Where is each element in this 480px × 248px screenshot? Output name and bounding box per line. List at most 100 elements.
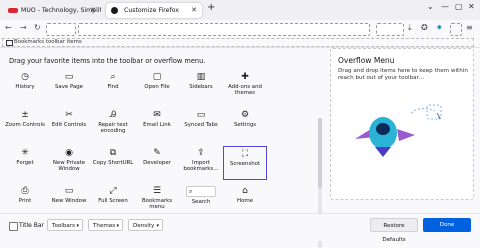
palette-item-settings[interactable]: ⚙ Settings <box>223 108 267 142</box>
palette-item-save-page[interactable]: ▭ Save Page <box>47 70 91 104</box>
text-encoding-icon: Ꭿ <box>109 110 117 120</box>
close-window-icon[interactable]: ✕ <box>468 2 475 11</box>
home-icon: ⌂ <box>242 186 248 196</box>
toolbars-dropdown[interactable]: Toolbars ▾ <box>47 219 83 231</box>
sidebars-icon: ▥ <box>196 72 206 82</box>
scissors-icon: ✂ <box>65 110 73 120</box>
title-bar-label: Title Bar <box>19 222 45 229</box>
open-file-icon: ▢ <box>152 72 162 82</box>
toolbar-spacer[interactable] <box>376 23 404 36</box>
toolbar-spacer[interactable] <box>450 23 462 36</box>
url-bar[interactable] <box>78 23 370 36</box>
back-arrow-icon[interactable]: ← <box>5 23 12 32</box>
chevron-down-icon[interactable]: ⌄ <box>427 2 434 11</box>
tab-bar: MUO - Technology, Simplified. ✕ Customiz… <box>0 0 480 20</box>
palette-item-label: New Private Window <box>52 160 86 173</box>
done-button[interactable]: Done <box>423 218 471 232</box>
full-screen-icon: ⤢ <box>109 186 117 196</box>
navigation-toolbar: ← → ↻ ⤓ ✪ ✷ ≡ <box>0 20 480 37</box>
forward-arrow-icon[interactable]: → <box>20 23 27 32</box>
palette-item-add-ons-and-themes[interactable]: ✚ Add-ons and themes <box>223 70 267 104</box>
palette-item-label: Email Link <box>143 122 171 128</box>
palette-item-label: Save Page <box>55 84 83 90</box>
bookmarks-toolbar-label: Bookmarks toolbar items <box>14 39 82 45</box>
palette-item-label: Home <box>237 198 253 204</box>
palette-item-import-bookmarks[interactable]: ⇪ Import bookmarks… <box>179 146 223 180</box>
tab-customize-firefox[interactable]: Customize Firefox ✕ <box>106 3 202 18</box>
palette-item-label: Search <box>191 199 211 205</box>
title-bar-checkbox[interactable] <box>9 222 18 231</box>
downloads-icon[interactable]: ⤓ <box>408 23 412 33</box>
themes-label: Themes <box>93 223 116 229</box>
zoom-controls-icon: ± <box>21 110 29 120</box>
maximize-icon[interactable]: ▢ <box>455 2 463 11</box>
close-tab-icon[interactable]: ✕ <box>191 3 197 18</box>
intro-text: Drag your favorite items into the toolba… <box>9 57 206 65</box>
palette-item-find[interactable]: ⌕ Find <box>91 70 135 104</box>
palette-item-email-link[interactable]: ✉ Email Link <box>135 108 179 142</box>
toolbar-spacer[interactable] <box>46 23 76 36</box>
overflow-illustration <box>355 104 442 157</box>
palette-item-copy-shorturl[interactable]: ⧉ Copy ShortURL <box>91 146 135 180</box>
palette-item-label: Find <box>107 84 119 90</box>
find-icon: ⌕ <box>110 72 116 82</box>
palette-item-label: Edit Controls <box>51 122 87 128</box>
new-window-icon: ▭ <box>64 186 74 196</box>
restore-defaults-button[interactable]: Restore Defaults <box>370 218 418 243</box>
save-page-icon: ▭ <box>64 72 74 82</box>
palette-item-forget[interactable]: ✳ Forget <box>3 146 47 180</box>
new-tab-button[interactable]: + <box>207 2 215 13</box>
import-icon: ⇪ <box>197 148 205 158</box>
palette-item-developer[interactable]: ✎ Developer <box>135 146 179 180</box>
palette-item-label: Screenshot <box>229 161 261 167</box>
tab-muo[interactable]: MUO - Technology, Simplified. ✕ <box>3 3 101 18</box>
bookmarks-toolbar: Bookmarks toolbar items <box>0 37 480 48</box>
muo-favicon-icon <box>8 8 18 13</box>
palette-item-label: Print <box>18 198 32 204</box>
palette-item-zoom-controls[interactable]: ± Zoom Controls <box>3 108 47 142</box>
palette-item-open-file[interactable]: ▢ Open File <box>135 70 179 104</box>
palette-item-label: Synced Tabs <box>184 122 218 128</box>
extensions-icon[interactable]: ✪ <box>421 23 428 32</box>
density-dropdown[interactable]: Density ▾ <box>128 219 163 231</box>
palette-item-sidebars[interactable]: ▥ Sidebars <box>179 70 223 104</box>
firefox-favicon-icon <box>111 7 118 14</box>
palette-item-edit-controls[interactable]: ✂ Edit Controls <box>47 108 91 142</box>
density-label: Density <box>133 223 155 229</box>
palette-item-label: Settings <box>233 122 257 128</box>
palette-item-history[interactable]: ◷ History <box>3 70 47 104</box>
reload-icon[interactable]: ↻ <box>34 23 41 32</box>
palette-item-synced-tabs[interactable]: ▭ Synced Tabs <box>179 108 223 142</box>
palette-item-label: Sidebars <box>189 84 213 90</box>
envelope-icon: ✉ <box>153 110 161 120</box>
drag-path-dashed <box>410 107 436 114</box>
bookmarks-toolbar-items[interactable]: Bookmarks toolbar items <box>2 38 474 47</box>
palette-item-label: Open File <box>144 84 170 90</box>
palette-item-label: Repair text encoding <box>98 122 128 135</box>
bookmarks-menu-icon: ☰ <box>152 186 162 196</box>
menu-icon[interactable]: ≡ <box>466 23 473 32</box>
palette-item-repair-text-encoding[interactable]: Ꭿ Repair text encoding <box>91 108 135 142</box>
extension-icon[interactable]: ✷ <box>436 23 443 32</box>
palette-item-label: Full Screen <box>98 198 128 204</box>
synced-tabs-icon: ▭ <box>196 110 206 120</box>
close-tab-icon[interactable]: ✕ <box>90 3 96 18</box>
forget-icon: ✳ <box>21 148 29 158</box>
palette-item-label: New Window <box>51 198 87 204</box>
palette-item-new-private-window[interactable]: ◉ New Private Window <box>47 146 91 180</box>
overflow-menu-description: Drag and drop items here to keep them wi… <box>338 68 468 81</box>
scrollbar-thumb[interactable] <box>318 118 322 188</box>
overflow-menu-panel[interactable]: Overflow Menu Drag and drop items here t… <box>330 48 474 200</box>
toolbars-label: Toolbars <box>52 223 76 229</box>
search-icon: ⌕ <box>189 188 193 195</box>
gear-icon: ⚙ <box>240 110 250 120</box>
palette-item-label: Import bookmarks… <box>183 160 219 173</box>
palette-item-label: Developer <box>143 160 171 166</box>
themes-dropdown[interactable]: Themes ▾ <box>88 219 123 231</box>
palette-item-screenshot[interactable]: ⛶ Screenshot <box>223 146 267 180</box>
palette-item-label: Zoom Controls <box>5 122 45 128</box>
palette-item-label: Forget <box>16 160 34 166</box>
minimize-icon[interactable]: — <box>441 2 449 11</box>
rocket-window <box>376 123 390 135</box>
cursor-icon <box>436 112 441 119</box>
